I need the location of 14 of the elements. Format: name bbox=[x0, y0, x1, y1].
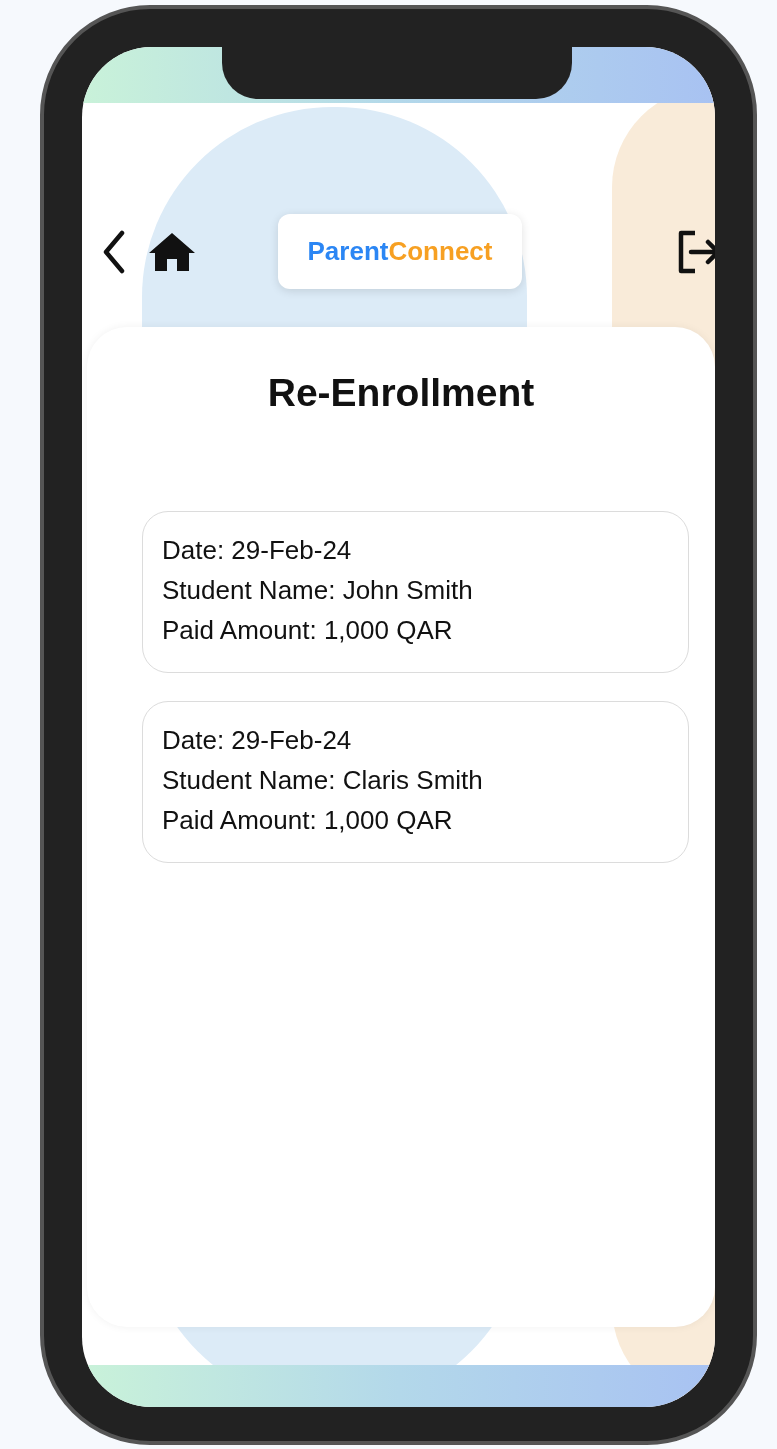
paid-amount: Paid Amount: 1,000 QAR bbox=[162, 614, 454, 647]
home-icon bbox=[148, 231, 196, 272]
app-logo: ParentConnect bbox=[278, 214, 522, 289]
student-name: Student Name: Claris Smith bbox=[162, 764, 484, 797]
record-date: Date: 29-Feb-24 bbox=[162, 724, 353, 757]
record-card[interactable]: Date: 29-Feb-24 Student Name: John Smith Paid Amount: 1,000 QAR bbox=[142, 511, 689, 673]
student-name: Student Name: John Smith bbox=[162, 574, 474, 607]
logout-icon bbox=[677, 229, 715, 274]
record-date: Date: 29-Feb-24 bbox=[162, 534, 353, 567]
home-button[interactable] bbox=[148, 231, 196, 272]
paid-amount: Paid Amount: 1,000 QAR bbox=[162, 804, 454, 837]
logout-button[interactable] bbox=[677, 229, 715, 274]
record-card[interactable]: Date: 29-Feb-24 Student Name: Claris Smith Paid Amount: 1,000 QAR bbox=[142, 701, 689, 863]
page-title: Re-Enrollment bbox=[266, 371, 536, 415]
